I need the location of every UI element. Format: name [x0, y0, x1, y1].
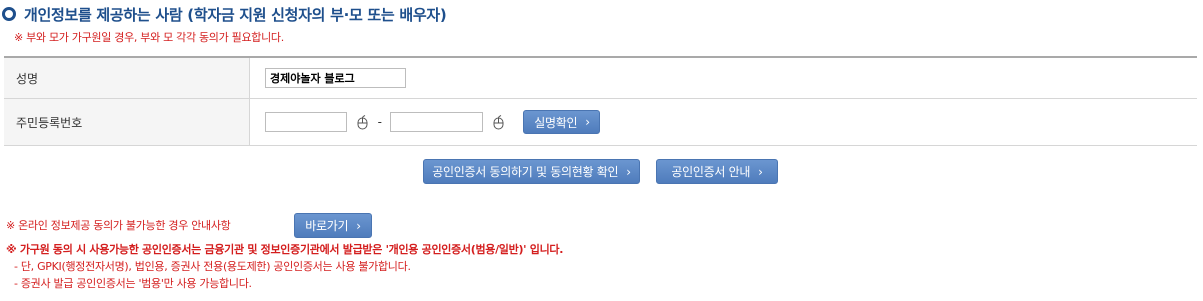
mouse-icon[interactable]	[357, 114, 368, 130]
chevron-right-icon: ›	[758, 164, 763, 179]
name-label: 성명	[4, 57, 250, 99]
rrn-separator: -	[377, 115, 382, 129]
chevron-right-icon: ›	[585, 115, 590, 129]
certificate-notes: ※ 가구원 동의 시 사용가능한 공인인증서는 금융기관 및 정보인증기관에서 …	[6, 241, 563, 292]
verify-button-label: 실명확인	[534, 115, 578, 130]
name-row: 성명 경제야놀자 블로그	[4, 57, 1197, 99]
certificate-note-main: ※ 가구원 동의 시 사용가능한 공인인증서는 금융기관 및 정보인증기관에서 …	[6, 243, 564, 256]
rrn-label: 주민등록번호	[4, 98, 250, 146]
mouse-icon[interactable]	[493, 114, 504, 130]
certificate-note-sub2: - 증권사 발급 공인인증서는 '범용'만 사용 가능합니다.	[14, 277, 252, 290]
name-input[interactable]: 경제야놀자 블로그	[265, 68, 406, 88]
goto-button-label: 바로가기	[305, 219, 349, 233]
rrn-back-input[interactable]	[389, 112, 483, 132]
info-provider-form: 성명 경제야놀자 블로그 주민등록번호 - 실명확인 ›	[4, 56, 1197, 146]
chevron-right-icon: ›	[626, 164, 631, 179]
chevron-right-icon: ›	[356, 218, 361, 233]
rrn-row: 주민등록번호 - 실명확인 ›	[4, 98, 1197, 146]
certificate-consent-button[interactable]: 공인인증서 동의하기 및 동의현황 확인 ›	[423, 159, 640, 184]
offline-consent-note: ※ 온라인 정보제공 동의가 불가능한 경우 안내사항	[6, 219, 231, 232]
guide-button-label: 공인인증서 안내	[671, 165, 751, 179]
certificate-guide-button[interactable]: 공인인증서 안내 ›	[656, 159, 778, 184]
goto-button[interactable]: 바로가기 ›	[294, 213, 372, 238]
section-header: 개인정보를 제공하는 사람 (학자금 지원 신청자의 부·모 또는 배우자)	[2, 3, 447, 25]
circle-bullet-icon	[2, 7, 16, 21]
certificate-note-sub1: - 단, GPKI(행정전자서명), 법인용, 증권사 전용(용도제한) 공인인…	[14, 260, 411, 273]
parent-consent-note: ※ 부와 모가 가구원일 경우, 부와 모 각각 동의가 필요합니다.	[14, 31, 284, 44]
verify-name-button[interactable]: 실명확인 ›	[523, 110, 601, 134]
section-title: 개인정보를 제공하는 사람 (학자금 지원 신청자의 부·모 또는 배우자)	[24, 5, 447, 24]
rrn-front-input[interactable]	[265, 112, 347, 132]
consent-button-label: 공인인증서 동의하기 및 동의현황 확인	[432, 165, 619, 179]
